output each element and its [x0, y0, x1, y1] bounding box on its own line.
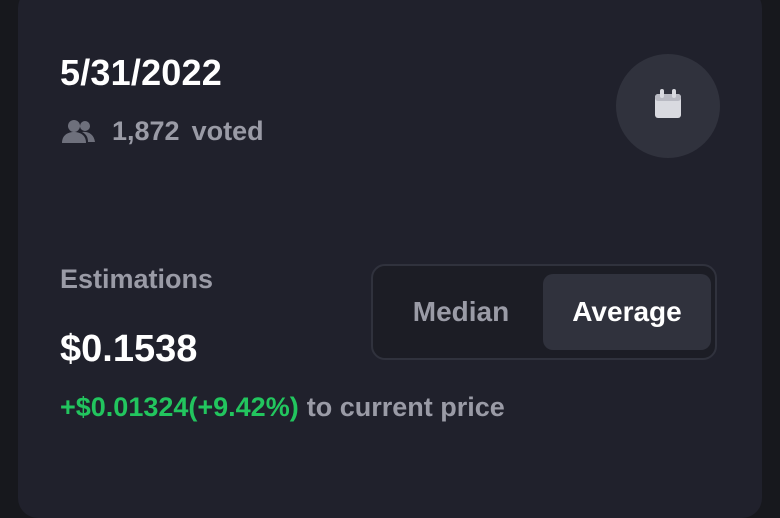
- date-title: 5/31/2022: [60, 52, 222, 93]
- median-average-toggle: Median Average: [371, 264, 717, 360]
- estimation-value: $0.1538: [60, 328, 198, 370]
- estimation-card: 5/31/2022 1,872 voted Estimations $0.153…: [18, 0, 762, 518]
- median-option[interactable]: Median: [381, 274, 541, 350]
- calendar-icon: [649, 85, 687, 128]
- average-option[interactable]: Average: [543, 274, 711, 350]
- price-diff-suffix: to current price: [306, 392, 505, 422]
- voted-row: 1,872 voted: [60, 116, 264, 147]
- voted-count: 1,872: [112, 116, 180, 146]
- price-diff-row: +$0.01324(+9.42%) to current price: [60, 392, 505, 423]
- calendar-button[interactable]: [616, 54, 720, 158]
- price-diff: +$0.01324(+9.42%): [60, 392, 299, 422]
- estimations-label: Estimations: [60, 264, 214, 294]
- voted-label: voted: [191, 116, 264, 146]
- users-icon: [60, 119, 98, 145]
